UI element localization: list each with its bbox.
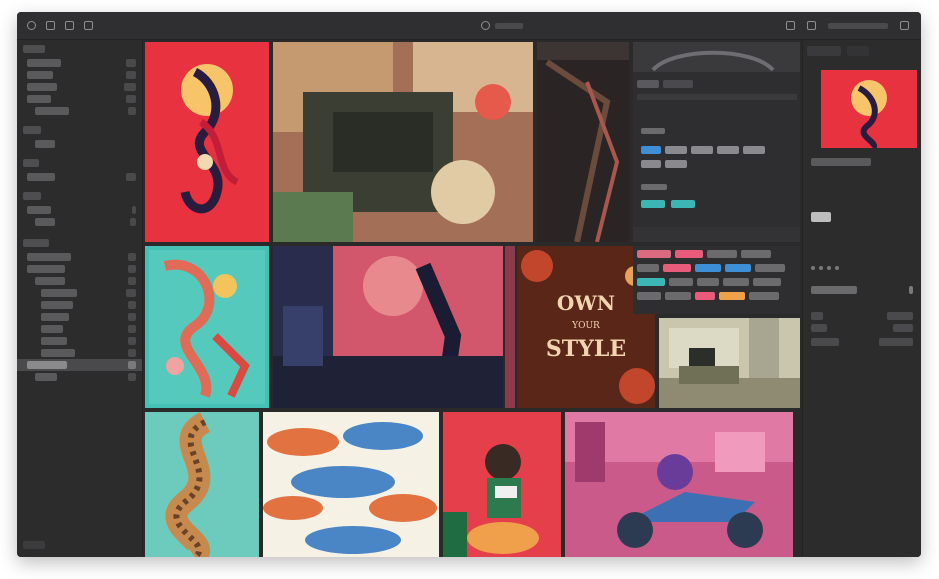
star-icon[interactable] bbox=[827, 266, 831, 270]
tile-red-dragon-poster[interactable] bbox=[145, 42, 269, 242]
sidebar-item[interactable] bbox=[17, 251, 142, 263]
tile-style-text: STYLE bbox=[546, 336, 626, 362]
sidebar-item-selected[interactable] bbox=[17, 359, 142, 371]
tag-chips-illustration bbox=[637, 250, 785, 300]
filter-icon[interactable] bbox=[786, 21, 795, 30]
inspector-property-row bbox=[811, 312, 913, 320]
star-icon[interactable] bbox=[835, 266, 839, 270]
inspector-title-row bbox=[811, 158, 913, 166]
tile-living-room-photo[interactable] bbox=[659, 318, 800, 408]
sidebar-item[interactable] bbox=[17, 347, 142, 359]
back-button[interactable] bbox=[65, 21, 74, 30]
sidebar-section-folders bbox=[17, 154, 142, 171]
sidebar-item[interactable] bbox=[17, 138, 142, 150]
title-bar-left bbox=[17, 21, 217, 30]
serpent-illustration bbox=[145, 412, 259, 557]
sidebar-item[interactable] bbox=[17, 335, 142, 347]
inspector-tabs bbox=[803, 40, 921, 62]
sidebar-item[interactable] bbox=[17, 57, 142, 69]
sidebar-item[interactable] bbox=[17, 81, 142, 93]
inspector-color-row bbox=[811, 212, 913, 222]
tile-fish-pattern[interactable] bbox=[263, 412, 439, 557]
sidebar-section-tags bbox=[17, 187, 142, 204]
tile-navy-figure[interactable] bbox=[273, 246, 503, 408]
navy-figure-illustration bbox=[273, 246, 503, 408]
sidebar bbox=[17, 40, 143, 557]
sidebar-item[interactable] bbox=[17, 204, 142, 216]
inspector-section-header[interactable] bbox=[811, 286, 913, 294]
sidebar-item[interactable] bbox=[17, 69, 142, 81]
tile-your-text: YOUR bbox=[571, 321, 600, 331]
tile-teal-figure[interactable] bbox=[145, 246, 269, 408]
dragon-illustration bbox=[180, 64, 239, 214]
sidebar-section-collections bbox=[17, 234, 142, 251]
sidebar-item[interactable] bbox=[17, 275, 142, 287]
tile-dark-figure[interactable] bbox=[537, 42, 629, 242]
motorcycle-illustration bbox=[565, 412, 793, 557]
sidebar-item[interactable] bbox=[17, 93, 142, 105]
sidebar-toggle-icon[interactable] bbox=[900, 21, 909, 30]
sidebar-item[interactable] bbox=[17, 216, 142, 228]
sidebar-footer bbox=[23, 541, 45, 551]
tile-girl-red[interactable] bbox=[443, 412, 561, 557]
tile-own-text: OWN bbox=[557, 291, 615, 315]
zoom-slider[interactable] bbox=[828, 22, 888, 29]
star-icon[interactable] bbox=[811, 266, 815, 270]
living-room-illustration bbox=[659, 318, 800, 408]
sidebar-item[interactable] bbox=[17, 263, 142, 275]
collage-illustration bbox=[273, 42, 533, 242]
window-controls[interactable] bbox=[27, 21, 36, 30]
search-icon[interactable] bbox=[480, 21, 490, 30]
tile-motorcycle-scene[interactable] bbox=[565, 412, 793, 557]
sidebar-item[interactable] bbox=[17, 299, 142, 311]
title-bar-right bbox=[786, 21, 921, 30]
chevron-down-icon[interactable] bbox=[909, 286, 913, 294]
tile-serpent[interactable] bbox=[145, 412, 259, 557]
sidebar-section-smart-folders bbox=[17, 121, 142, 138]
app-window: OWN YOUR STYLE bbox=[17, 12, 921, 557]
search-input[interactable] bbox=[494, 22, 523, 29]
tile-collage-photo[interactable] bbox=[273, 42, 533, 242]
sidebar-item[interactable] bbox=[17, 105, 142, 117]
sidebar-item[interactable] bbox=[17, 371, 142, 383]
tab-info[interactable] bbox=[847, 46, 869, 56]
inspector-rating-row[interactable] bbox=[811, 266, 913, 270]
inspector-property-row bbox=[811, 324, 913, 332]
tags-panel-illustration bbox=[633, 42, 800, 242]
plus-icon bbox=[84, 21, 93, 30]
menu-button[interactable] bbox=[46, 21, 55, 30]
title-bar bbox=[17, 12, 921, 40]
dark-figure-illustration bbox=[537, 42, 629, 242]
preview-dragon-illustration bbox=[851, 80, 887, 151]
tile-pink-foliage[interactable] bbox=[505, 246, 515, 408]
inspector-panel bbox=[802, 40, 921, 557]
close-icon[interactable] bbox=[27, 21, 36, 30]
sidebar-item[interactable] bbox=[17, 171, 142, 183]
tile-ui-tags-panel-lower[interactable] bbox=[633, 246, 800, 314]
fish-pattern-illustration bbox=[263, 412, 439, 557]
search-area[interactable] bbox=[217, 21, 786, 30]
tile-ui-tags-panel[interactable] bbox=[633, 42, 800, 242]
sidebar-section-library bbox=[17, 40, 142, 57]
sort-icon[interactable] bbox=[807, 21, 816, 30]
sidebar-item[interactable] bbox=[17, 287, 142, 299]
teal-figure-illustration bbox=[149, 250, 265, 404]
sidebar-item[interactable] bbox=[17, 323, 142, 335]
menu-icon bbox=[46, 21, 55, 30]
add-button[interactable] bbox=[84, 21, 93, 30]
girl-red-illustration bbox=[443, 412, 561, 557]
chevron-left-icon bbox=[65, 21, 74, 30]
star-icon[interactable] bbox=[819, 266, 823, 270]
image-grid: OWN YOUR STYLE bbox=[143, 40, 800, 557]
inspector-property-row bbox=[811, 338, 913, 346]
selected-image-preview bbox=[821, 70, 917, 151]
color-swatch-button[interactable] bbox=[811, 212, 831, 222]
tab-inspector[interactable] bbox=[807, 46, 841, 56]
sidebar-item[interactable] bbox=[17, 311, 142, 323]
